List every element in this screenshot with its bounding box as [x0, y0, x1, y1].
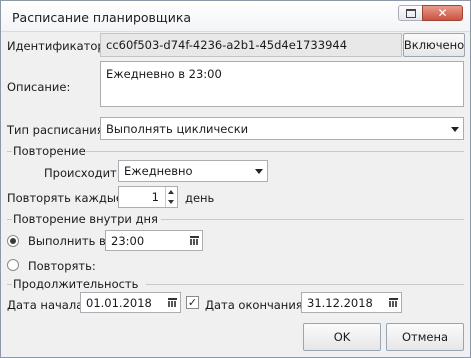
end-date-value: 31.12.2018 [307, 295, 373, 310]
ok-button[interactable]: OK [303, 323, 381, 351]
intraday-group-divider-left [7, 219, 12, 220]
repeat-group-divider-left [7, 151, 12, 152]
identifier-value: cc60f503-d74f-4236-a2b1-45d4e1733944 [106, 38, 348, 52]
duration-group-divider [146, 284, 464, 285]
repeat-every-label: Повторять каждые: [7, 191, 127, 205]
cancel-button[interactable]: Отмена [386, 323, 464, 351]
description-label: Описание: [7, 80, 71, 94]
intraday-group-title: Повторение внутри дня [13, 212, 163, 226]
occurs-select[interactable]: Ежедневно [118, 160, 268, 182]
end-date-checkbox[interactable]: ✓ [186, 296, 199, 309]
repeat-group-divider [86, 151, 464, 152]
spinner-arrows-icon[interactable] [165, 187, 177, 207]
calendar-icon[interactable] [389, 297, 398, 307]
chevron-down-icon [451, 126, 459, 132]
calendar-icon[interactable] [168, 297, 177, 307]
occurs-value: Ежедневно [124, 164, 193, 178]
end-date-field[interactable]: 31.12.2018 [301, 292, 402, 313]
repeat-every-stepper[interactable]: 1 [118, 186, 178, 208]
run-at-time-value: 23:00 [111, 233, 145, 248]
identifier-label: Идентификатор: [7, 39, 109, 53]
duration-group-divider-left [7, 284, 12, 285]
schedule-type-value: Выполнять циклически [106, 121, 249, 136]
start-date-label: Дата начала: [7, 298, 88, 312]
run-at-radio[interactable] [7, 235, 19, 247]
dialog-title: Расписание планировщика [12, 10, 192, 25]
spinner-up-icon[interactable] [168, 190, 174, 194]
run-at-time-field[interactable]: 23:00 [105, 230, 203, 251]
schedule-type-label: Тип расписания: [7, 123, 108, 137]
run-at-label: Выполнить в: [28, 234, 110, 248]
description-field[interactable]: Ежедневно в 23:00 [100, 61, 464, 107]
enabled-toggle-label: Включено [403, 38, 465, 52]
dialog-button-bar: OK Отмена [1, 319, 470, 357]
close-icon: ✕ [437, 6, 448, 20]
scheduler-dialog: Расписание планировщика ✕ Идентификатор:… [0, 0, 471, 358]
chevron-down-icon [255, 169, 263, 174]
description-value: Ежедневно в 23:00 [106, 67, 222, 81]
cancel-button-label: Отмена [401, 330, 449, 344]
end-date-label: Дата окончания: [205, 298, 307, 312]
repeat-radio-label: Повторять: [28, 259, 96, 273]
spinner-down-icon[interactable] [168, 200, 174, 204]
repeat-unit-label: день [185, 191, 215, 205]
close-button[interactable]: ✕ [422, 5, 463, 21]
repeat-group-title: Повторение [13, 144, 91, 158]
restore-icon [405, 8, 416, 18]
identifier-field[interactable]: cc60f503-d74f-4236-a2b1-45d4e1733944 [100, 33, 402, 57]
calendar-icon[interactable] [190, 235, 199, 245]
title-bar: Расписание планировщика ✕ [1, 1, 470, 32]
schedule-type-select[interactable]: Выполнять циклически [100, 117, 464, 140]
start-date-value: 01.01.2018 [86, 295, 152, 310]
restore-button[interactable] [398, 5, 423, 21]
start-date-field[interactable]: 01.01.2018 [80, 292, 181, 313]
enabled-toggle-button[interactable]: Включено [403, 33, 465, 57]
ok-button-label: OK [333, 330, 351, 344]
repeat-radio[interactable] [7, 259, 19, 271]
duration-group-title: Продолжительность [13, 277, 144, 291]
intraday-group-divider [161, 219, 464, 220]
repeat-every-value: 1 [151, 190, 159, 204]
occurs-label: Происходит: [44, 166, 121, 180]
